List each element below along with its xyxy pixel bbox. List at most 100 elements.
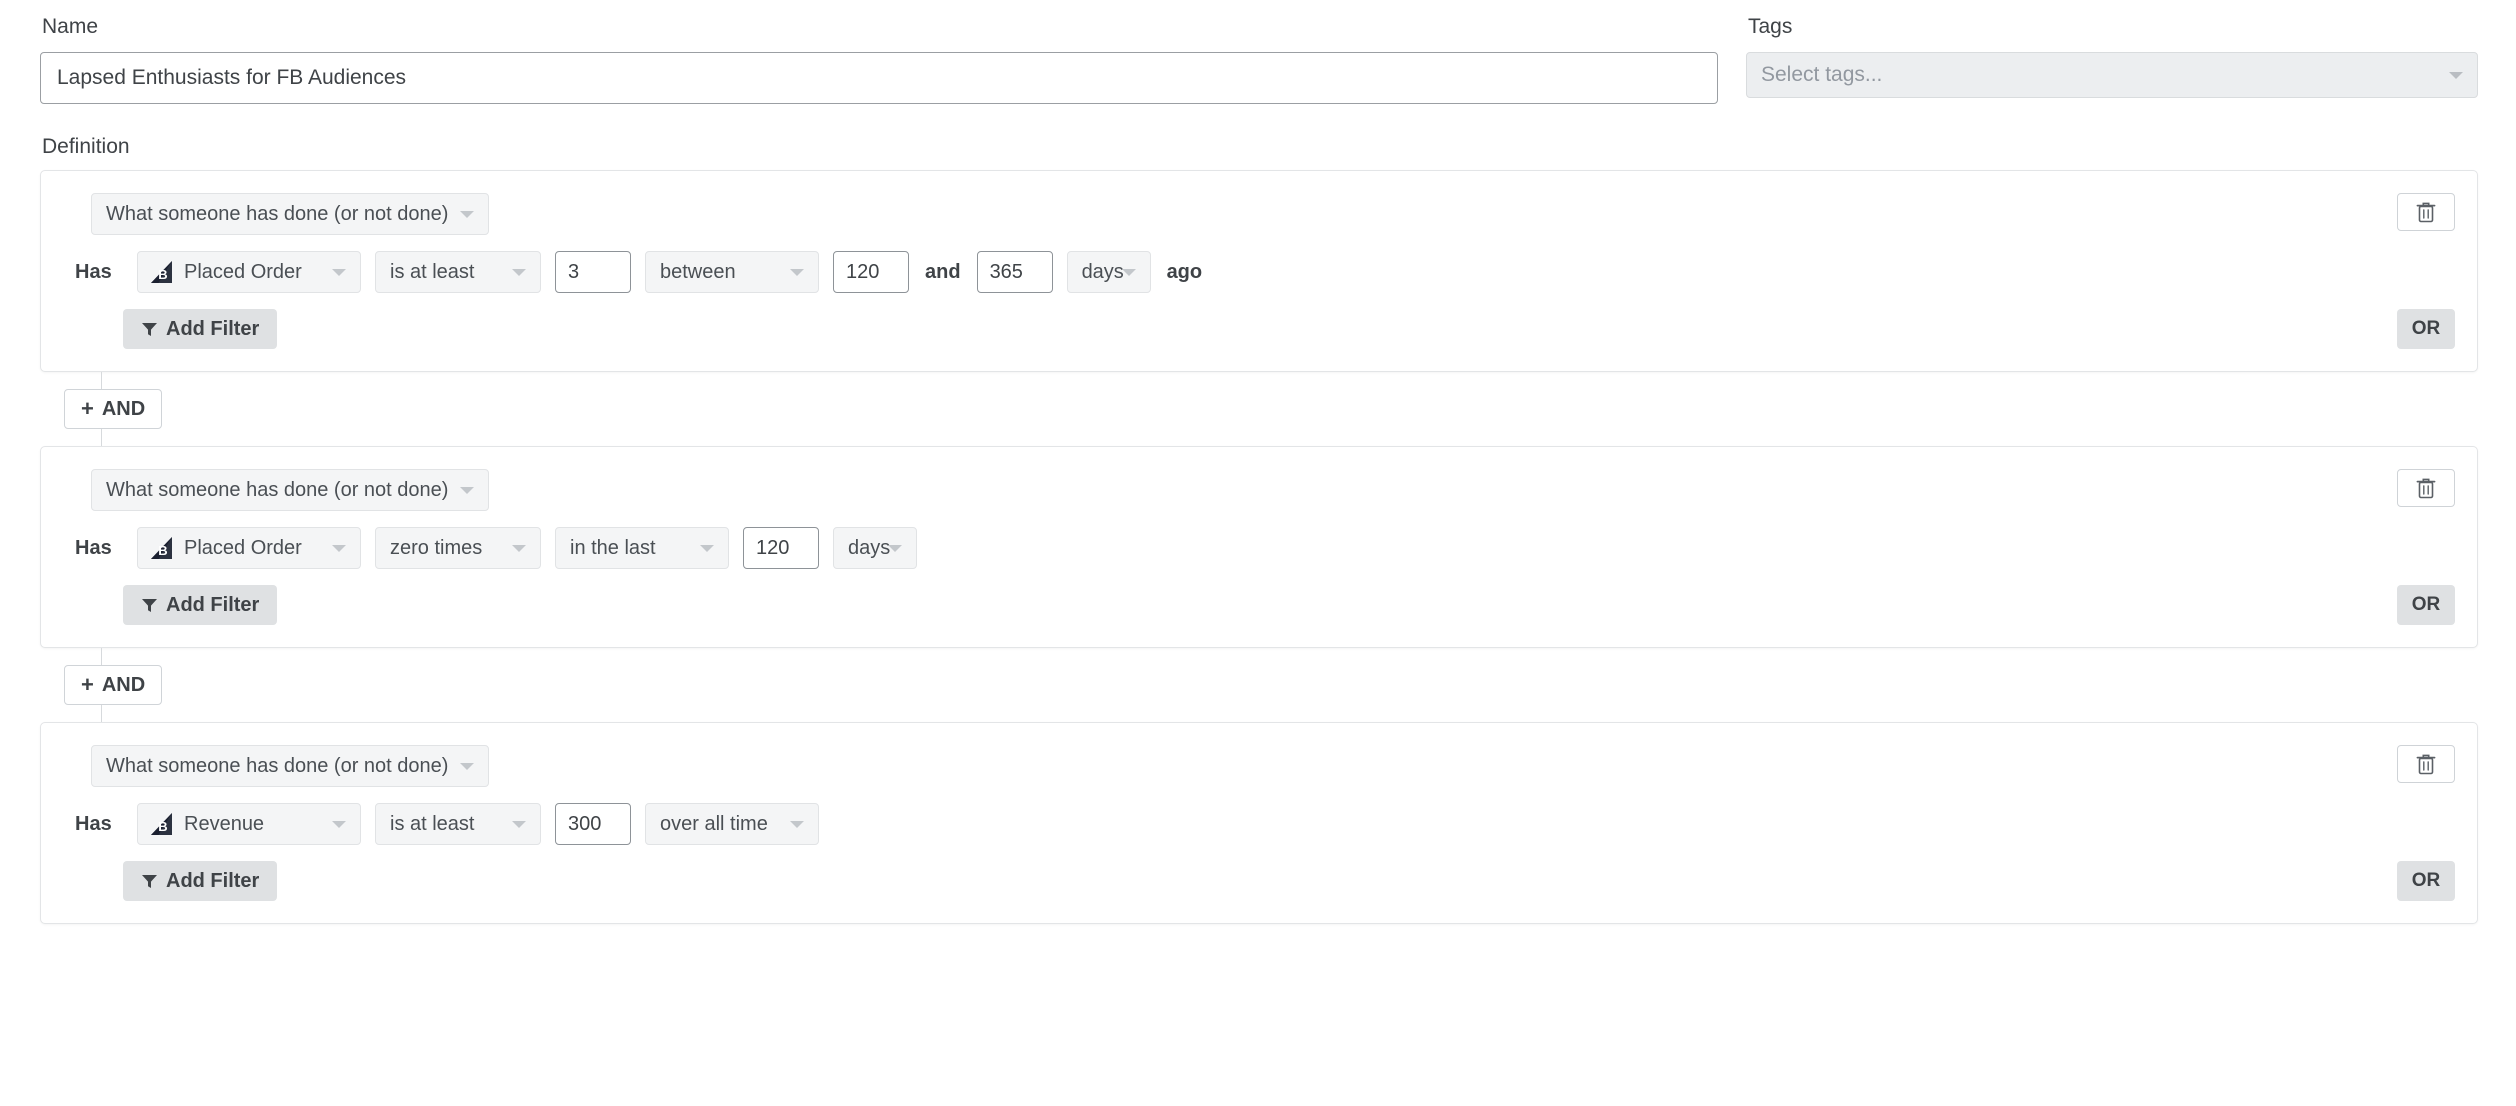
has-label: Has xyxy=(75,536,112,559)
chevron-down-icon xyxy=(2449,72,2463,79)
metric-triangle-icon: B xyxy=(151,261,172,283)
header-fields-row: Name Tags Select tags... xyxy=(0,0,2516,104)
funnel-icon xyxy=(142,322,157,336)
tags-label: Tags xyxy=(1748,15,1793,38)
chevron-down-icon xyxy=(460,487,474,494)
definition-label: Definition xyxy=(42,135,130,158)
name-field-group: Name xyxy=(40,14,1718,104)
condition-type-value: What someone has done (or not done) xyxy=(106,754,449,777)
tags-placeholder: Select tags... xyxy=(1761,63,1883,86)
condition-type-select[interactable]: What someone has done (or not done) xyxy=(91,469,489,511)
chevron-down-icon xyxy=(332,821,346,828)
funnel-icon xyxy=(142,598,157,612)
group-header-row: What someone has done (or not done) xyxy=(67,745,2455,787)
add-filter-label: Add Filter xyxy=(166,593,260,616)
chevron-down-icon xyxy=(790,821,804,828)
condition-group: What someone has done (or not done) Has xyxy=(40,170,2478,372)
chevron-down-icon xyxy=(888,545,902,552)
or-button[interactable]: OR xyxy=(2397,861,2455,901)
range-joiner-label: and xyxy=(925,260,961,283)
metric-triangle-icon: B xyxy=(151,813,172,835)
time-suffix-label: ago xyxy=(1166,260,1203,283)
condition-type-select[interactable]: What someone has done (or not done) xyxy=(91,745,489,787)
and-connector: + AND xyxy=(40,372,2478,446)
time-unit-select[interactable]: days xyxy=(833,527,917,569)
definition-builder: What someone has done (or not done) Has xyxy=(0,170,2516,924)
operator-value: is at least xyxy=(390,260,475,283)
metric-triangle-icon: B xyxy=(151,537,172,559)
tags-select[interactable]: Select tags... xyxy=(1746,52,2478,98)
count-input[interactable] xyxy=(555,803,631,845)
and-label: AND xyxy=(101,397,146,420)
count-input[interactable] xyxy=(555,251,631,293)
plus-icon: + xyxy=(81,396,94,421)
chevron-down-icon xyxy=(790,269,804,276)
trash-icon xyxy=(2416,478,2436,499)
metric-select[interactable]: B Placed Order xyxy=(137,251,361,293)
add-and-button[interactable]: + AND xyxy=(64,389,163,429)
operator-select[interactable]: is at least xyxy=(375,251,541,293)
segment-definition-page: Name Tags Select tags... Definition What… xyxy=(0,0,2516,1106)
delete-group-button[interactable] xyxy=(2397,193,2455,231)
condition-row: Has B Placed Order zero times in the las xyxy=(67,527,2455,569)
delete-group-button[interactable] xyxy=(2397,469,2455,507)
chevron-down-icon xyxy=(700,545,714,552)
plus-icon: + xyxy=(81,672,94,697)
chevron-down-icon xyxy=(512,269,526,276)
add-filter-button[interactable]: Add Filter xyxy=(123,309,278,349)
or-button[interactable]: OR xyxy=(2397,309,2455,349)
timeframe-select[interactable]: between xyxy=(645,251,819,293)
trash-icon xyxy=(2416,754,2436,775)
name-label: Name xyxy=(42,15,99,38)
group-header-row: What someone has done (or not done) xyxy=(67,193,2455,235)
metric-select[interactable]: B Placed Order xyxy=(137,527,361,569)
operator-value: zero times xyxy=(390,536,483,559)
operator-value: is at least xyxy=(390,812,475,835)
range-from-input[interactable] xyxy=(743,527,819,569)
timeframe-value: between xyxy=(660,260,736,283)
has-label: Has xyxy=(75,260,112,283)
condition-row: Has B Revenue is at least over xyxy=(67,803,2455,845)
and-label: AND xyxy=(101,673,146,696)
time-unit-value: days xyxy=(848,536,891,559)
trash-icon xyxy=(2416,202,2436,223)
add-and-button[interactable]: + AND xyxy=(64,665,163,705)
operator-select[interactable]: zero times xyxy=(375,527,541,569)
segment-name-input[interactable] xyxy=(40,52,1718,104)
or-button[interactable]: OR xyxy=(2397,585,2455,625)
svg-text:B: B xyxy=(158,267,167,282)
svg-text:B: B xyxy=(158,819,167,834)
svg-text:B: B xyxy=(158,543,167,558)
range-from-input[interactable] xyxy=(833,251,909,293)
group-footer-row: Add Filter OR xyxy=(67,309,2455,349)
timeframe-value: over all time xyxy=(660,812,768,835)
range-to-input[interactable] xyxy=(976,251,1053,293)
metric-value: Placed Order xyxy=(184,260,302,283)
condition-type-value: What someone has done (or not done) xyxy=(106,202,449,225)
time-unit-value: days xyxy=(1081,260,1124,283)
operator-select[interactable]: is at least xyxy=(375,803,541,845)
condition-type-value: What someone has done (or not done) xyxy=(106,478,449,501)
and-connector: + AND xyxy=(40,648,2478,722)
condition-type-select[interactable]: What someone has done (or not done) xyxy=(91,193,489,235)
metric-select[interactable]: B Revenue xyxy=(137,803,361,845)
chevron-down-icon xyxy=(460,763,474,770)
condition-group: What someone has done (or not done) Has xyxy=(40,722,2478,924)
group-footer-row: Add Filter OR xyxy=(67,861,2455,901)
metric-value: Placed Order xyxy=(184,536,302,559)
condition-group: What someone has done (or not done) Has xyxy=(40,446,2478,648)
chevron-down-icon xyxy=(332,545,346,552)
delete-group-button[interactable] xyxy=(2397,745,2455,783)
add-filter-label: Add Filter xyxy=(166,869,260,892)
chevron-down-icon xyxy=(512,545,526,552)
timeframe-select[interactable]: over all time xyxy=(645,803,819,845)
group-header-row: What someone has done (or not done) xyxy=(67,469,2455,511)
condition-row: Has B Placed Order is at least 3 between… xyxy=(67,251,2455,293)
chevron-down-icon xyxy=(460,211,474,218)
add-filter-button[interactable]: Add Filter xyxy=(123,585,278,625)
chevron-down-icon xyxy=(332,269,346,276)
time-unit-select[interactable]: days xyxy=(1066,251,1151,293)
group-footer-row: Add Filter OR xyxy=(67,585,2455,625)
add-filter-button[interactable]: Add Filter xyxy=(123,861,278,901)
timeframe-select[interactable]: in the last xyxy=(555,527,729,569)
